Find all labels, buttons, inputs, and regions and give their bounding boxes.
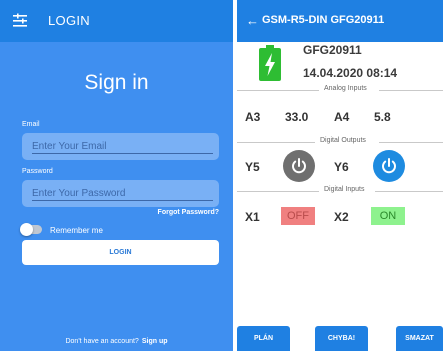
device-app-bar-title: GSM-R5-DIN GFG20911 xyxy=(262,14,385,26)
divider-line xyxy=(237,191,319,192)
analog-inputs-heading: Analog Inputs xyxy=(324,85,367,92)
x1-state-badge: OFF xyxy=(281,207,315,225)
email-label: Email xyxy=(22,121,40,128)
analog-input-value: 5.8 xyxy=(374,110,391,124)
divider-line xyxy=(237,90,319,91)
device-app-bar: ← GSM-R5-DIN GFG20911 xyxy=(237,0,443,42)
email-input[interactable] xyxy=(32,138,214,154)
digital-outputs-heading: Digital Outputs xyxy=(320,137,366,144)
digital-output-name: Y5 xyxy=(245,160,260,174)
x2-state-badge: ON xyxy=(371,207,405,225)
digital-output-name: Y6 xyxy=(334,160,349,174)
password-field-container xyxy=(22,180,219,207)
menu-icon[interactable] xyxy=(12,13,28,29)
signup-row: Don't have an account? Sign up xyxy=(0,338,233,345)
email-field-container xyxy=(22,133,219,160)
password-label: Password xyxy=(22,168,53,175)
y5-power-button[interactable] xyxy=(283,150,315,182)
digital-inputs-heading: Digital Inputs xyxy=(324,186,365,193)
device-name: GFG20911 xyxy=(303,43,362,57)
plan-button[interactable]: PLÁN xyxy=(237,326,290,351)
signup-link[interactable]: Sign up xyxy=(142,338,168,345)
forgot-password-link[interactable]: Forgot Password? xyxy=(158,209,219,216)
login-button[interactable]: LOGIN xyxy=(22,240,219,265)
digital-outputs-divider: Digital Outputs xyxy=(237,137,443,147)
divider-line xyxy=(237,142,315,143)
clear-button[interactable]: SMAZAT xyxy=(396,326,443,351)
analog-input-value: 33.0 xyxy=(285,110,309,124)
errors-button[interactable]: CHYBA! xyxy=(315,326,368,351)
power-icon xyxy=(382,158,396,174)
analog-input-name: A3 xyxy=(245,110,261,124)
digital-inputs-divider: Digital Inputs xyxy=(237,186,443,196)
toggle-knob xyxy=(20,223,33,236)
divider-line xyxy=(379,142,443,143)
email-underline xyxy=(32,153,213,154)
login-app-bar: LOGIN xyxy=(0,0,233,42)
divider-line xyxy=(379,90,443,91)
analog-inputs-divider: Analog Inputs xyxy=(237,85,443,95)
back-arrow-icon[interactable]: ← xyxy=(246,13,259,28)
y6-power-button[interactable] xyxy=(373,150,405,182)
remember-me-label: Remember me xyxy=(50,226,103,235)
power-icon xyxy=(292,158,306,174)
login-screen: LOGIN Sign in Email Password Forgot Pass… xyxy=(0,0,233,351)
analog-input-name: A4 xyxy=(334,110,350,124)
login-app-bar-title: LOGIN xyxy=(48,13,90,28)
digital-input-name: X2 xyxy=(334,210,349,224)
sign-in-heading: Sign in xyxy=(84,71,149,94)
password-underline xyxy=(32,200,213,201)
signup-prompt: Don't have an account? xyxy=(65,338,139,345)
remember-me-toggle[interactable] xyxy=(20,223,42,236)
password-input[interactable] xyxy=(32,185,214,201)
battery-charging-icon xyxy=(259,45,281,81)
device-timestamp: 14.04.2020 08:14 xyxy=(303,66,398,80)
digital-input-name: X1 xyxy=(245,210,260,224)
divider-line xyxy=(375,191,443,192)
device-screen: ← GSM-R5-DIN GFG20911 GFG20911 14.04.202… xyxy=(237,0,443,351)
